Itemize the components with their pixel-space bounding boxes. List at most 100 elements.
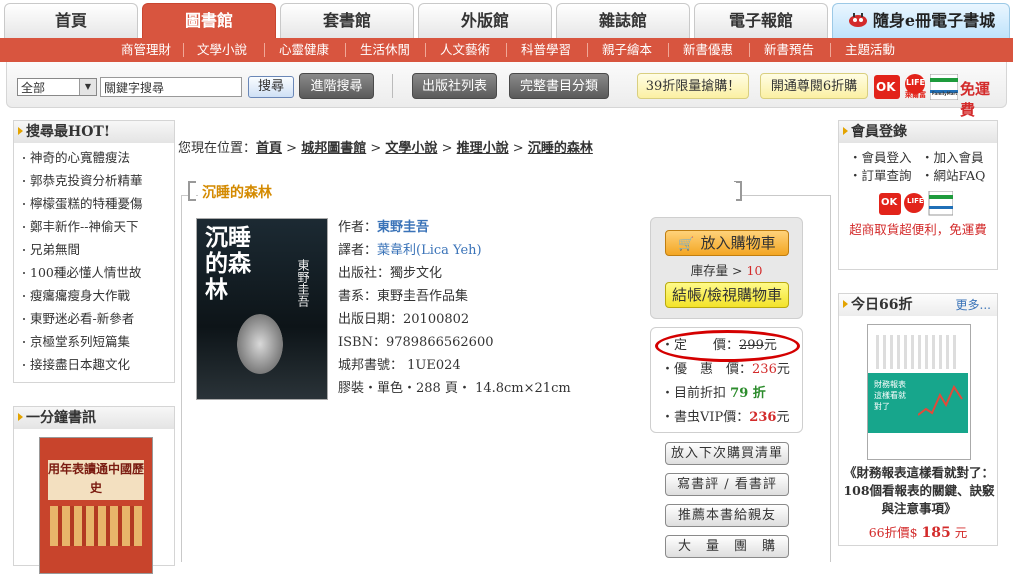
subnav-business[interactable]: 商管理財 — [108, 38, 184, 62]
life-logo-subtext: 萊爾富 — [905, 91, 926, 99]
tab-home[interactable]: 首頁 — [4, 3, 138, 38]
catalog-button[interactable]: 完整書目分類 — [509, 73, 609, 99]
promo-39-button[interactable]: 39折限量搶購！ — [637, 73, 749, 99]
category-select[interactable]: 全部 ▼ — [17, 78, 97, 96]
breadcrumb-mystery[interactable]: 推理小說 — [457, 141, 509, 156]
add-to-cart-button[interactable]: 🛒 放入購物車 — [665, 230, 789, 256]
store-pickup-promo[interactable]: 超商取貨超便利，免運費 — [845, 221, 991, 238]
list-item[interactable]: 郭恭克投資分析精華 — [14, 169, 174, 192]
advanced-search-button[interactable]: 進階搜尋 — [299, 73, 374, 99]
subnav-events[interactable]: 主題活動 — [831, 38, 909, 62]
member-life-logo-text: LIFE — [907, 197, 924, 205]
subnav-mind-health[interactable]: 心靈健康 — [265, 38, 343, 62]
discount-row: ・目前折扣 79 折 — [661, 386, 766, 401]
add-to-cart-label: 放入購物車 — [700, 234, 776, 252]
wishlist-button[interactable]: 放入下次購買清單 — [665, 442, 789, 465]
subnav-science[interactable]: 科普學習 — [507, 38, 585, 62]
translator-link[interactable]: 葉韋利(Lica Yeh) — [377, 243, 482, 258]
book-title: 沉睡的森林 — [198, 182, 736, 204]
member-heading: 會員登錄 — [839, 121, 997, 143]
sale-price-row: ・優 惠 價：236元 — [661, 362, 790, 377]
breadcrumb-sep: > — [286, 141, 298, 156]
subnav-new-deals[interactable]: 新書優惠 — [669, 38, 747, 62]
cover-figure — [237, 314, 283, 374]
arrow-marker-icon — [843, 300, 848, 308]
publisher-row: 出版社：獨步文化 — [338, 266, 443, 281]
subnav-upcoming[interactable]: 新書預告 — [750, 38, 828, 62]
cover-title: 沉睡的森林 — [205, 224, 251, 303]
arrow-marker-icon — [18, 413, 23, 421]
breadcrumb-library[interactable]: 城邦圖書館 — [301, 141, 366, 156]
ok-logo-text: OK — [876, 80, 896, 94]
today-price-row: 66折價$ 185 元 — [839, 522, 997, 541]
hot-search-title: 搜尋最HOT! — [26, 124, 110, 140]
faq-label: 網站FAQ — [933, 168, 986, 183]
orders-link[interactable]: ・訂單查詢 — [849, 167, 912, 185]
breadcrumb-sep: > — [512, 141, 524, 156]
login-link[interactable]: ・會員登入 — [849, 149, 912, 167]
vip-price-value: 236 — [749, 410, 777, 425]
tab-library[interactable]: 圖書館 — [142, 3, 276, 38]
recommend-button[interactable]: 推薦本書給親友 — [665, 504, 789, 527]
tab-magazines[interactable]: 雜誌館 — [556, 3, 690, 38]
publisher-list-button[interactable]: 出版社列表 — [412, 73, 497, 99]
series-row: 書系：東野圭吾作品集 — [338, 289, 469, 304]
breadcrumb-home[interactable]: 首頁 — [256, 141, 282, 156]
code-row: 城邦書號： 1UE024 — [338, 358, 461, 373]
search-button[interactable]: 搜尋 — [248, 76, 294, 98]
breadcrumb-literature[interactable]: 文學小說 — [385, 141, 437, 156]
title-bracket-left — [188, 181, 196, 201]
list-item[interactable]: 神奇的心寬體瘦法 — [14, 146, 174, 169]
book-info: 作者：東野圭吾 譯者：葉韋利(Lica Yeh) 出版社：獨步文化 書系：東野圭… — [338, 216, 638, 400]
tab-sets[interactable]: 套書館 — [280, 3, 414, 38]
search-input[interactable]: 關鍵字搜尋 — [100, 77, 242, 97]
join-link[interactable]: ・加入會員 — [921, 149, 984, 167]
list-item[interactable]: 瘦癟癟瘦身大作戰 — [14, 284, 174, 307]
today-66-box: 今日66折 更多... 財務報表這樣看就對了 《財務報表這樣看就對了：108個看報… — [838, 293, 998, 546]
promo-6-button[interactable]: 開通尊閱6折購 — [760, 73, 868, 99]
today-price-value: 185 — [921, 525, 951, 541]
translator-row: 譯者：葉韋利(Lica Yeh) — [338, 239, 638, 262]
ebook-logo-icon — [848, 13, 867, 27]
subnav-kids[interactable]: 親子繪本 — [588, 38, 666, 62]
list-item[interactable]: 100種必懂人情世故 — [14, 261, 174, 284]
list-item[interactable]: 兄弟無間 — [14, 238, 174, 261]
more-link[interactable]: 更多... — [956, 294, 991, 316]
convenience-store-logos[interactable]: OK LIFE 萊爾富 FamilyMart 免運費 — [874, 72, 1004, 119]
author-link[interactable]: 東野圭吾 — [377, 220, 429, 235]
divider — [392, 74, 393, 98]
tab-enews[interactable]: 電子報館 — [694, 3, 828, 38]
bulk-order-button[interactable]: 大 量 團 購 — [665, 535, 789, 558]
join-label: 加入會員 — [933, 150, 984, 165]
list-item[interactable]: 接接盡日本趣文化 — [14, 353, 174, 376]
today-book-title[interactable]: 《財務報表這樣看就對了：108個看報表的關鍵、訣竅與注意事項》 — [843, 464, 995, 518]
list-item[interactable]: 鄭丰新作--神偷天下 — [14, 215, 174, 238]
search-bar: 全部 ▼ 關鍵字搜尋 搜尋 進階搜尋 出版社列表 完整書目分類 39折限量搶購！ … — [6, 62, 1007, 119]
checkout-button[interactable]: 結帳/檢視購物車 — [665, 282, 789, 308]
subnav-humanities[interactable]: 人文藝術 — [426, 38, 504, 62]
review-button[interactable]: 寫書評 / 看書評 — [665, 473, 789, 496]
list-item[interactable]: 東野迷必看-新參者 — [14, 307, 174, 330]
familymart-logo-text: FamilyMart — [932, 91, 958, 96]
today-66-heading: 今日66折 更多... — [839, 294, 997, 316]
book-cover-image[interactable]: 沉睡的森林 東野圭吾 — [196, 218, 328, 400]
stock-value: 10 — [746, 263, 763, 278]
currency-label: 元 — [776, 410, 790, 425]
ebook-tab-label: 隨身e冊電子書城 — [872, 11, 996, 30]
stock-row: 庫存量 > 10 — [651, 260, 802, 279]
free-shipping-label: 免運費 — [960, 80, 991, 119]
cover-decoration — [50, 506, 142, 546]
faq-link[interactable]: ・網站FAQ — [921, 167, 985, 185]
tab-ebook-store[interactable]: 隨身e冊電子書城 — [832, 3, 1010, 38]
list-item[interactable]: 檸檬蛋糕的特種憂傷 — [14, 192, 174, 215]
subnav-lifestyle[interactable]: 生活休閒 — [346, 38, 424, 62]
today-currency: 元 — [954, 525, 968, 540]
minute-book-cover[interactable]: 用年表讀通中國歷史 — [39, 437, 153, 574]
discount-label: 目前折扣 — [674, 386, 727, 401]
cover-author: 東野圭吾 — [296, 259, 310, 307]
tab-foreign[interactable]: 外版館 — [418, 3, 552, 38]
subnav-literature[interactable]: 文學小說 — [184, 38, 260, 62]
breadcrumb-current[interactable]: 沉睡的森林 — [528, 141, 593, 156]
list-item[interactable]: 京極堂系列短篇集 — [14, 330, 174, 353]
today-book-cover[interactable]: 財務報表這樣看就對了 — [867, 324, 971, 460]
